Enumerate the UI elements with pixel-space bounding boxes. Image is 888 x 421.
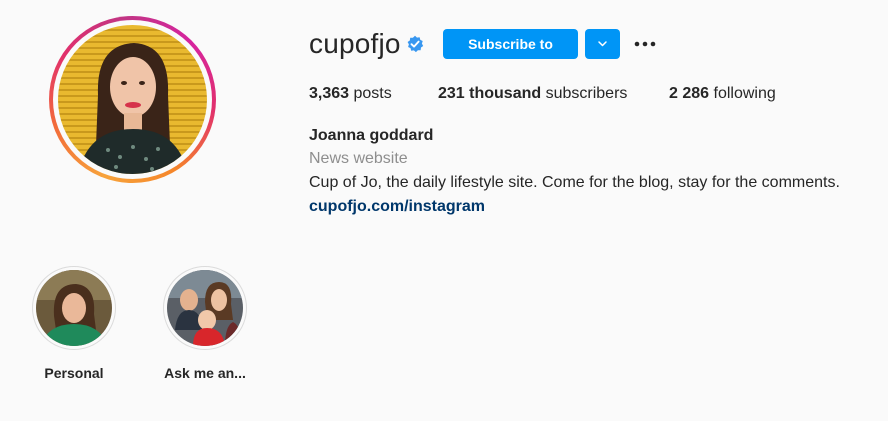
chevron-down-icon	[598, 41, 607, 47]
more-options-icon[interactable]	[632, 33, 658, 55]
subscribers-count-value: 231 thousand	[438, 85, 542, 102]
verified-badge-icon	[407, 35, 424, 53]
profile-bio: Cup of Jo, the daily lifestyle site. Com…	[309, 174, 840, 191]
profile-website-link[interactable]: cupofjo.com/instagram	[309, 197, 485, 217]
highlight-ring	[32, 266, 116, 350]
profile-username: cupofjo	[309, 28, 401, 59]
profile-avatar-ring[interactable]	[49, 16, 216, 183]
highlight-label: Ask me an...	[164, 365, 246, 381]
posts-count-label: posts	[353, 85, 392, 102]
highlight-cover	[36, 270, 112, 346]
profile-avatar[interactable]	[58, 25, 207, 174]
profile-category: News website	[309, 150, 408, 167]
story-highlight-ask-me[interactable]: Ask me an...	[150, 266, 260, 382]
highlight-ring	[163, 266, 247, 350]
avatar-ring-gap	[53, 20, 212, 179]
following-count-value: 2 286	[669, 85, 710, 102]
highlight-label: Personal	[44, 365, 104, 381]
following-count[interactable]: 2 286 following	[669, 84, 776, 104]
posts-count-value: 3,363	[309, 85, 350, 102]
following-count-label: following	[713, 85, 776, 102]
highlight-cover	[167, 270, 243, 346]
subscribers-count-label: subscribers	[545, 85, 628, 102]
subscribe-button[interactable]: Subscribe to	[443, 29, 578, 59]
story-highlight-personal[interactable]: Personal	[19, 266, 129, 382]
subscribers-count[interactable]: 231 thousand subscribers	[438, 84, 627, 104]
profile-full-name: Joanna goddard	[309, 127, 434, 144]
suggestions-dropdown-button[interactable]	[585, 29, 620, 59]
posts-count: 3,363 posts	[309, 84, 392, 104]
